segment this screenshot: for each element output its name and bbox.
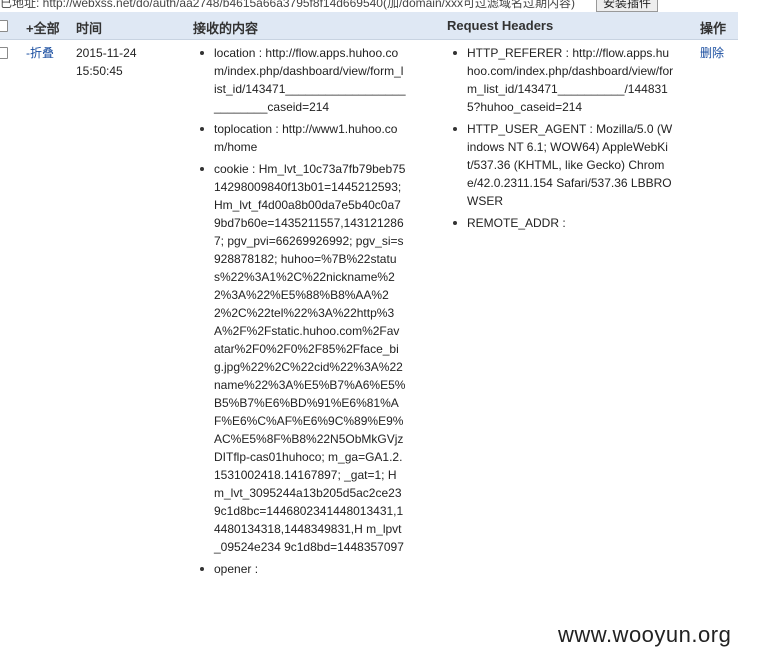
header-request-headers: Request Headers bbox=[447, 18, 554, 33]
select-all-checkbox[interactable] bbox=[0, 20, 8, 32]
top-bar: 已地址: http://webxss.net/do/auth/aa2748/b4… bbox=[0, 0, 764, 12]
row-date: 2015-11-24 bbox=[76, 46, 137, 60]
list-item: HTTP_USER_AGENT : Mozilla/5.0 (Windows N… bbox=[449, 120, 674, 210]
row-checkbox[interactable] bbox=[0, 47, 8, 59]
received-content-list: location : http://flow.apps.huhoo.com/in… bbox=[196, 44, 406, 582]
list-item: cookie : Hm_lvt_10c73a7fb79beb7514298009… bbox=[196, 160, 406, 556]
list-item: opener : bbox=[196, 560, 406, 578]
watermark-text: www.wooyun.org bbox=[558, 622, 732, 647]
request-headers-list: HTTP_REFERER : http://flow.apps.huhoo.co… bbox=[449, 44, 674, 236]
collapse-link[interactable]: -折叠 bbox=[26, 44, 54, 62]
table-header: +全部 时间 接收的内容 Request Headers 操作 bbox=[0, 12, 738, 40]
list-item: REMOTE_ADDR : bbox=[449, 214, 674, 232]
list-item: toplocation : http://www1.huhoo.com/home bbox=[196, 120, 406, 156]
receive-address-text: 已地址: http://webxss.net/do/auth/aa2748/b4… bbox=[0, 0, 575, 10]
list-item: HTTP_REFERER : http://flow.apps.huhoo.co… bbox=[449, 44, 674, 116]
delete-link[interactable]: 删除 bbox=[700, 44, 724, 62]
header-time: 时间 bbox=[76, 21, 103, 36]
row-time: 15:50:45 bbox=[76, 64, 123, 78]
install-plugin-button[interactable]: 安装插件 bbox=[596, 0, 659, 12]
page-scrollbar[interactable] bbox=[738, 0, 764, 661]
header-content: 接收的内容 bbox=[193, 21, 259, 36]
row-timestamp: 2015-11-24 15:50:45 bbox=[76, 44, 137, 80]
expand-all-link[interactable]: +全部 bbox=[26, 18, 60, 37]
header-actions: 操作 bbox=[700, 21, 727, 36]
list-item: location : http://flow.apps.huhoo.com/in… bbox=[196, 44, 406, 116]
